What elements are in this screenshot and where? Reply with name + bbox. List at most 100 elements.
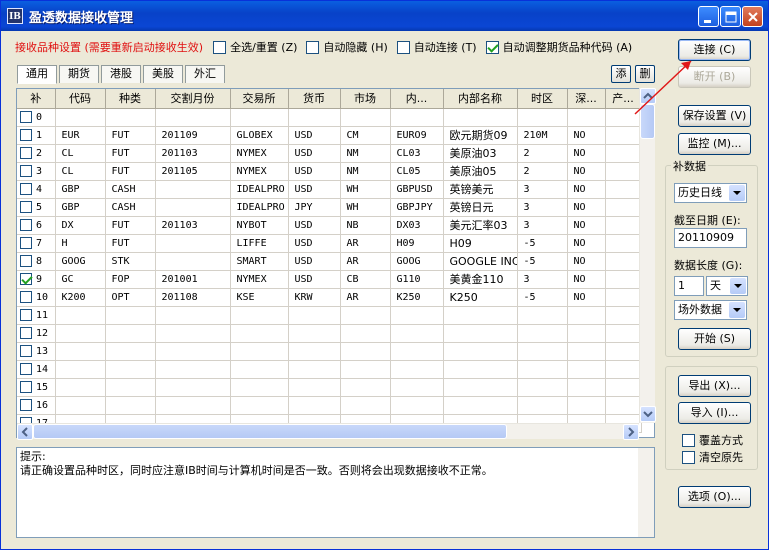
type-cell[interactable] bbox=[105, 360, 156, 379]
market-cell[interactable]: NM bbox=[340, 144, 391, 163]
inner-code-cell[interactable]: GBPJPY bbox=[390, 198, 444, 217]
exchange-cell[interactable] bbox=[230, 108, 289, 127]
table-row[interactable]: 8 GOOG STK SMART USD AR GOOG GOOGLE INC -5 NO bbox=[17, 252, 642, 271]
vertical-scroll-thumb[interactable] bbox=[640, 104, 655, 139]
month-cell[interactable]: 201105 bbox=[155, 162, 231, 181]
inner-name-cell[interactable]: 英镑日元 bbox=[443, 198, 518, 217]
market-cell[interactable] bbox=[340, 360, 391, 379]
exchange-cell[interactable]: NYMEX bbox=[230, 270, 289, 289]
inner-name-cell[interactable] bbox=[443, 324, 518, 343]
product-cell[interactable] bbox=[605, 198, 642, 217]
market-cell[interactable]: NB bbox=[340, 216, 391, 235]
month-cell[interactable] bbox=[155, 306, 231, 325]
market-cell[interactable] bbox=[340, 324, 391, 343]
code-cell[interactable] bbox=[55, 378, 106, 397]
auto-adjust-checkbox[interactable] bbox=[485, 40, 499, 54]
inner-code-cell[interactable]: GOOG bbox=[390, 252, 444, 271]
row-checkbox[interactable] bbox=[20, 111, 32, 123]
inner-name-cell[interactable]: 英镑美元 bbox=[443, 180, 518, 199]
exchange-cell[interactable]: IDEALPRO bbox=[230, 180, 289, 199]
scroll-left-button[interactable] bbox=[17, 424, 33, 440]
row-checkbox[interactable] bbox=[20, 291, 32, 303]
exchange-cell[interactable] bbox=[230, 342, 289, 361]
table-row[interactable]: 13 bbox=[17, 342, 642, 361]
type-cell[interactable] bbox=[105, 342, 156, 361]
table-row[interactable]: 12 bbox=[17, 324, 642, 343]
depth-cell[interactable]: NO bbox=[567, 288, 606, 307]
type-cell[interactable]: FUT bbox=[105, 216, 156, 235]
hint-scrollbar[interactable] bbox=[638, 448, 654, 537]
exchange-cell[interactable]: KSE bbox=[230, 288, 289, 307]
type-cell[interactable] bbox=[105, 378, 156, 397]
table-row[interactable]: 15 bbox=[17, 378, 642, 397]
depth-cell[interactable] bbox=[567, 324, 606, 343]
timezone-cell[interactable] bbox=[517, 324, 568, 343]
currency-cell[interactable] bbox=[288, 108, 341, 127]
currency-cell[interactable] bbox=[288, 396, 341, 415]
market-cell[interactable]: CM bbox=[340, 126, 391, 145]
inner-name-cell[interactable]: 欧元期货09 bbox=[443, 126, 518, 145]
row-fill-cell[interactable]: 6 bbox=[17, 216, 56, 235]
row-fill-cell[interactable]: 15 bbox=[17, 378, 56, 397]
timezone-cell[interactable]: 3 bbox=[517, 198, 568, 217]
product-cell[interactable] bbox=[605, 378, 642, 397]
timezone-cell[interactable]: 2 bbox=[517, 162, 568, 181]
code-cell[interactable]: DX bbox=[55, 216, 106, 235]
currency-cell[interactable] bbox=[288, 342, 341, 361]
col-header-month[interactable]: 交割月份 bbox=[155, 89, 231, 109]
inner-name-cell[interactable]: 美黄金110 bbox=[443, 270, 518, 289]
timezone-cell[interactable]: 3 bbox=[517, 180, 568, 199]
code-cell[interactable] bbox=[55, 324, 106, 343]
month-cell[interactable] bbox=[155, 396, 231, 415]
row-fill-cell[interactable]: 3 bbox=[17, 162, 56, 181]
row-checkbox[interactable] bbox=[20, 219, 32, 231]
monitor-button[interactable]: 监控 (M)... bbox=[678, 133, 751, 155]
product-cell[interactable] bbox=[605, 342, 642, 361]
tab-hk-stocks[interactable]: 港股 bbox=[101, 65, 141, 83]
row-checkbox[interactable] bbox=[20, 327, 32, 339]
table-row[interactable]: 1 EUR FUT 201109 GLOBEX USD CM EURO9 欧元期货09 210M N… bbox=[17, 126, 642, 145]
inner-name-cell[interactable]: 美原油05 bbox=[443, 162, 518, 181]
table-row[interactable]: 5 GBP CASH IDEALPRO JPY WH GBPJPY 英镑日元 3 NO bbox=[17, 198, 642, 217]
table-row[interactable]: 7 H FUT LIFFE USD AR H09 H09 -5 NO bbox=[17, 234, 642, 253]
code-cell[interactable]: GC bbox=[55, 270, 106, 289]
product-cell[interactable] bbox=[605, 396, 642, 415]
code-cell[interactable]: GBP bbox=[55, 198, 106, 217]
row-checkbox[interactable] bbox=[20, 345, 32, 357]
auto-hide-label[interactable]: 自动隐藏 (H) bbox=[323, 39, 387, 55]
month-cell[interactable]: 201103 bbox=[155, 216, 231, 235]
timezone-cell[interactable] bbox=[517, 396, 568, 415]
exchange-cell[interactable] bbox=[230, 306, 289, 325]
month-cell[interactable] bbox=[155, 378, 231, 397]
currency-cell[interactable] bbox=[288, 324, 341, 343]
row-fill-cell[interactable]: 0 bbox=[17, 108, 56, 127]
table-row[interactable]: 10 K200 OPT 201108 KSE KRW AR K250 K250 -5 NO bbox=[17, 288, 642, 307]
row-checkbox[interactable] bbox=[20, 183, 32, 195]
export-button[interactable]: 导出 (X)... bbox=[678, 375, 751, 397]
exchange-cell[interactable] bbox=[230, 360, 289, 379]
month-cell[interactable]: 201103 bbox=[155, 144, 231, 163]
inner-code-cell[interactable]: EURO9 bbox=[390, 126, 444, 145]
row-fill-cell[interactable]: 4 bbox=[17, 180, 56, 199]
inner-name-cell[interactable] bbox=[443, 378, 518, 397]
disconnect-button[interactable]: 断开 (B) bbox=[678, 66, 751, 88]
market-cell[interactable]: AR bbox=[340, 252, 391, 271]
code-cell[interactable] bbox=[55, 360, 106, 379]
month-cell[interactable] bbox=[155, 252, 231, 271]
select-all-checkbox[interactable] bbox=[213, 40, 227, 54]
col-header-currency[interactable]: 货币 bbox=[288, 89, 341, 109]
currency-cell[interactable]: USD bbox=[288, 252, 341, 271]
tab-us-stocks[interactable]: 美股 bbox=[143, 65, 183, 83]
code-cell[interactable] bbox=[55, 306, 106, 325]
inner-name-cell[interactable]: 美元汇率03 bbox=[443, 216, 518, 235]
col-header-type[interactable]: 种类 bbox=[105, 89, 156, 109]
currency-cell[interactable] bbox=[288, 360, 341, 379]
row-checkbox[interactable] bbox=[20, 399, 32, 411]
product-cell[interactable] bbox=[605, 252, 642, 271]
depth-cell[interactable] bbox=[567, 378, 606, 397]
hint-box[interactable]: 提示: 请正确设置品种时区，同时应注意IB时间与计算机时间是否一致。否则将会出现… bbox=[16, 447, 655, 538]
depth-cell[interactable]: NO bbox=[567, 180, 606, 199]
inner-name-cell[interactable]: 美原油03 bbox=[443, 144, 518, 163]
clear-first-option[interactable]: 清空原先 bbox=[682, 449, 743, 465]
month-cell[interactable] bbox=[155, 108, 231, 127]
